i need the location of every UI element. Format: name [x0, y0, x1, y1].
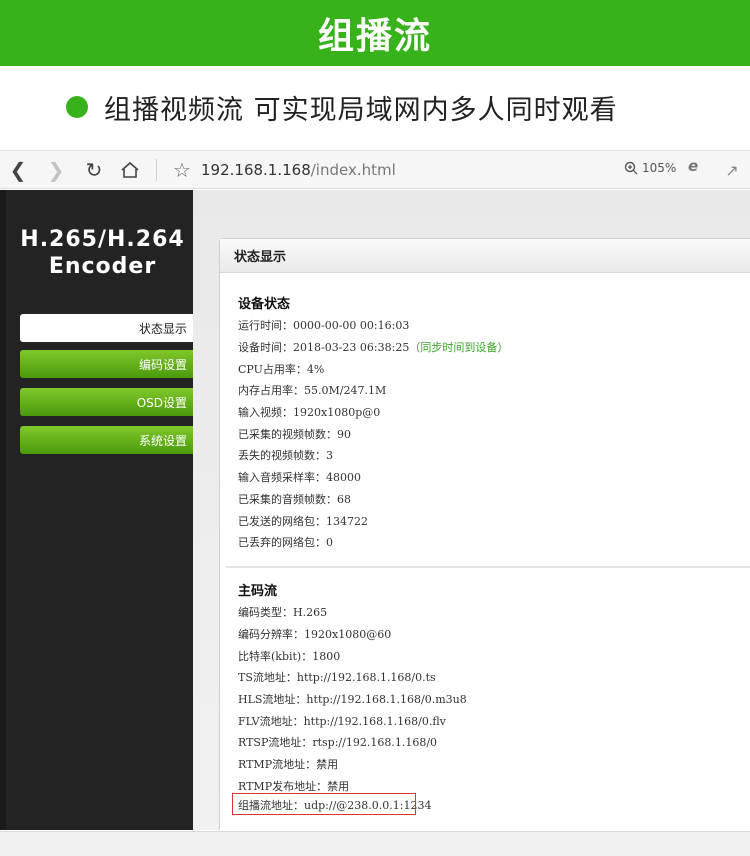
- banner-title: 组播流: [317, 16, 432, 57]
- headline: 组播视频流 可实现局域网内多人同时观看: [0, 66, 750, 148]
- home-icon[interactable]: [116, 156, 144, 184]
- logo: H.265/H.264 Encoder: [6, 226, 199, 280]
- stream-row: RTSP流地址：rtsp://192.168.1.168/0: [238, 736, 438, 749]
- main-stream-title: 主码流: [238, 584, 278, 599]
- stream-row: 编码类型：H.265: [238, 606, 328, 619]
- status-row: 输入音频采样率：48000: [238, 471, 361, 484]
- status-row-value: 设备时间：2018-03-23 06:38:25: [238, 341, 410, 354]
- green-bullet-icon: [66, 96, 88, 118]
- status-row: 输入视频：1920x1080p@0: [238, 406, 381, 419]
- stream-row: RTMP流地址：禁用: [238, 758, 339, 771]
- nav-encode-settings[interactable]: 编码设置: [20, 350, 199, 378]
- stream-row: FLV流地址：http://192.168.1.168/0.flv: [238, 715, 446, 728]
- zoom-indicator[interactable]: 105%: [624, 161, 676, 175]
- stream-row: 比特率(kbit)：1800: [238, 650, 341, 663]
- multicast-highlight-box: [232, 793, 416, 815]
- headline-text: 组播视频流 可实现局域网内多人同时观看: [104, 94, 618, 126]
- share-icon[interactable]: ↗: [718, 156, 746, 184]
- panel-title: 状态显示: [220, 239, 750, 273]
- zoom-icon: [624, 161, 638, 175]
- nav-label: OSD设置: [136, 395, 187, 410]
- status-row: 丢失的视频帧数：3: [238, 449, 333, 462]
- status-row: 已采集的视频帧数：90: [238, 428, 351, 441]
- status-row: CPU占用率：4%: [238, 363, 325, 376]
- reload-icon[interactable]: ↻: [80, 156, 108, 184]
- ie-icon[interactable]: e: [688, 157, 698, 175]
- forward-icon[interactable]: ❯: [42, 156, 70, 184]
- url-path: /index.html: [310, 161, 396, 179]
- nav-label: 状态显示: [138, 321, 187, 336]
- top-banner: 组播流: [0, 0, 750, 66]
- sync-time-link[interactable]: （同步时间到设备）: [409, 341, 508, 354]
- status-row: 已丢弃的网络包：0: [238, 536, 333, 549]
- toolbar-separator: [156, 159, 157, 181]
- address-bar[interactable]: 192.168.1.168/index.html: [201, 161, 396, 179]
- zoom-level: 105%: [642, 161, 677, 175]
- main-content: 状态显示 设备状态 运行时间：0000-00-00 00:16:03 设备时间：…: [193, 190, 750, 830]
- nav-status-display[interactable]: 状态显示: [20, 314, 199, 342]
- logo-line1: H.265/H.264: [20, 227, 185, 252]
- stream-row: TS流地址：http://192.168.1.168/0.ts: [238, 671, 436, 684]
- stream-row: HLS流地址：http://192.168.1.168/0.m3u8: [238, 693, 467, 706]
- nav-osd-settings[interactable]: OSD设置: [20, 388, 199, 416]
- status-row: 内存占用率：55.0M/247.1M: [238, 384, 387, 397]
- status-row: 已采集的音频帧数：68: [238, 493, 351, 506]
- section-divider: [226, 566, 750, 568]
- status-panel: 状态显示 设备状态 运行时间：0000-00-00 00:16:03 设备时间：…: [219, 238, 750, 830]
- browser-window: ❮ ❯ ↻ ☆ 192.168.1.168/index.html 105% e …: [0, 150, 750, 830]
- device-status-title: 设备状态: [238, 297, 291, 312]
- sidebar: H.265/H.264 Encoder 状态显示 编码设置 OSD设置 系统设置: [0, 190, 199, 830]
- browser-toolbar: ❮ ❯ ↻ ☆ 192.168.1.168/index.html 105% e …: [0, 151, 750, 189]
- status-row-device-time: 设备时间：2018-03-23 06:38:25（同步时间到设备）: [238, 339, 508, 355]
- nav-system-settings[interactable]: 系统设置: [20, 426, 199, 454]
- stream-row: 编码分辨率：1920x1080@60: [238, 628, 392, 641]
- status-row: 已发送的网络包：134722: [238, 515, 368, 528]
- page-footer-strip: [0, 831, 750, 856]
- page-viewport: H.265/H.264 Encoder 状态显示 编码设置 OSD设置 系统设置…: [0, 190, 750, 830]
- status-row: 运行时间：0000-00-00 00:16:03: [238, 319, 410, 332]
- back-icon[interactable]: ❮: [4, 156, 32, 184]
- nav-label: 系统设置: [138, 433, 187, 448]
- star-icon[interactable]: ☆: [168, 156, 196, 184]
- url-host: 192.168.1.168: [201, 161, 311, 179]
- logo-line2: Encoder: [48, 254, 157, 279]
- stream-row: RTMP发布地址：禁用: [238, 780, 350, 793]
- nav-label: 编码设置: [138, 357, 187, 372]
